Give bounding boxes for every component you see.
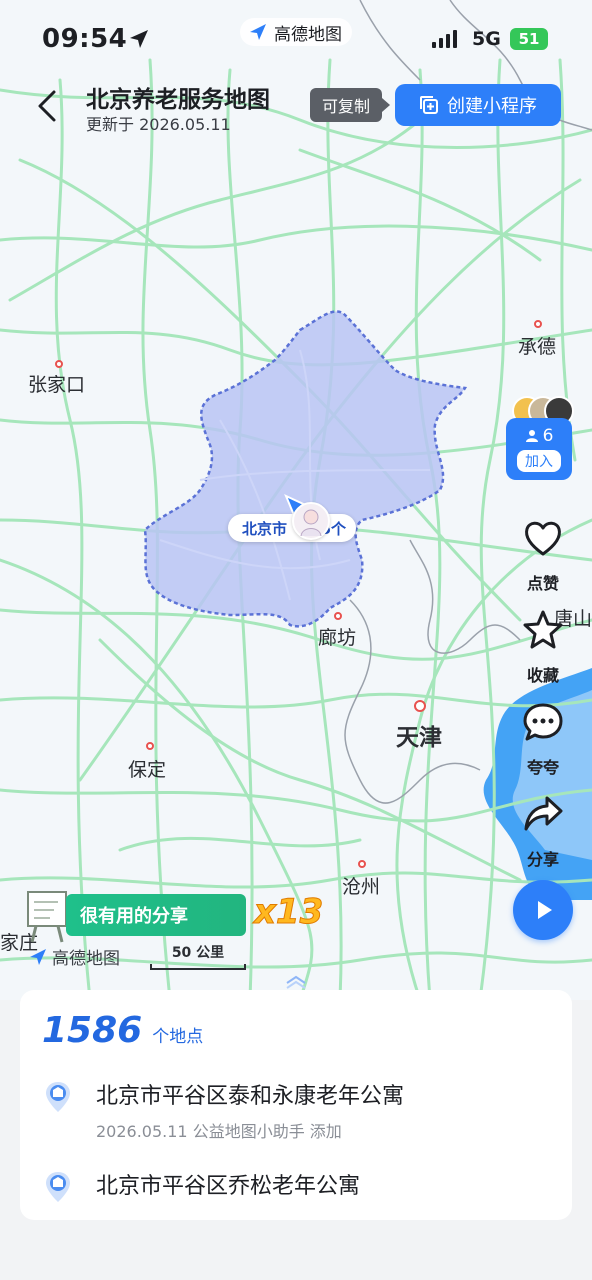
create-miniprogram-button[interactable]: 创建小程序 xyxy=(395,84,561,126)
location-arrow-icon xyxy=(130,30,148,48)
chevron-left-icon xyxy=(38,90,56,122)
city-dot xyxy=(534,320,542,328)
city-dot xyxy=(334,612,342,620)
play-tour-button[interactable] xyxy=(513,880,573,940)
city-chengde[interactable]: 承德 xyxy=(518,332,556,359)
create-button-label: 创建小程序 xyxy=(447,96,537,117)
comment-action[interactable]: 夸夸 xyxy=(512,700,574,778)
page-title: 北京养老服务地图 xyxy=(86,87,270,113)
place-name: 北京市平谷区乔松老年公寓 xyxy=(96,1174,361,1199)
members-widget[interactable]: 6 加入 xyxy=(506,396,574,484)
join-button[interactable]: 加入 xyxy=(517,450,561,472)
banner-multiplier: x13 xyxy=(253,892,324,933)
map-logo-text: 高德地图 xyxy=(52,949,120,969)
city-dot xyxy=(55,360,63,368)
city-dot xyxy=(414,700,426,712)
city-langfang[interactable]: 廊坊 xyxy=(318,623,356,650)
city-baoding[interactable]: 保定 xyxy=(128,755,166,782)
signal-icon xyxy=(432,30,457,48)
chevron-up-icon[interactable] xyxy=(283,974,309,990)
network-type: 5G xyxy=(472,28,501,50)
favorite-action[interactable]: 收藏 xyxy=(512,608,574,686)
chat-bubble-icon xyxy=(523,703,563,741)
scale-label: 50 公里 xyxy=(171,945,225,961)
amap-logo-icon xyxy=(30,948,46,965)
signboard-icon xyxy=(27,891,67,943)
city-dot xyxy=(146,742,154,750)
city-dot xyxy=(358,860,366,868)
back-button[interactable] xyxy=(30,86,66,126)
play-icon xyxy=(538,901,552,919)
status-bar: 09:54 高德地图 5G 51 xyxy=(0,0,592,80)
map-attribution: 高德地图 xyxy=(28,944,120,969)
like-action[interactable]: 点赞 xyxy=(512,516,574,594)
battery-icon: 51 xyxy=(510,28,548,50)
map-base xyxy=(0,0,592,1000)
praise-banner[interactable]: 很有用的分享 x13 xyxy=(24,888,324,944)
city-zhangjiakou[interactable]: 张家口 xyxy=(28,370,85,397)
update-date: 更新于 2026.05.11 xyxy=(86,115,231,134)
place-count-number: 1586 xyxy=(42,1010,143,1051)
place-name: 北京市平谷区泰和永康老年公寓 xyxy=(96,1084,405,1109)
city-tianjin[interactable]: 天津 xyxy=(396,718,442,752)
clock: 09:54 xyxy=(42,24,128,54)
nursing-home-pin-icon xyxy=(46,1172,70,1202)
city-cangzhou[interactable]: 沧州 xyxy=(342,872,380,899)
member-count: 6 xyxy=(542,426,554,446)
nursing-home-pin-icon xyxy=(46,1082,70,1112)
scale-bar xyxy=(150,964,246,970)
app-switch-pill[interactable]: 高德地图 xyxy=(240,18,352,46)
map-scale: 50 公里 xyxy=(150,942,246,972)
places-panel[interactable]: 1586 个地点 北京市平谷区泰和永康老年公寓 2026.05.11 公益地图小… xyxy=(20,990,572,1220)
share-label: 分享 xyxy=(526,850,559,869)
person-icon xyxy=(525,430,538,442)
copy-tooltip: 可复制 xyxy=(310,88,391,122)
heart-icon xyxy=(525,521,561,556)
app-brand: 高德地图 xyxy=(274,24,342,45)
favorite-label: 收藏 xyxy=(526,666,559,685)
amap-logo-icon xyxy=(250,24,266,40)
place-count: 1586 个地点 xyxy=(42,1010,203,1051)
banner-text: 很有用的分享 xyxy=(66,894,246,936)
comment-label: 夸夸 xyxy=(526,758,559,777)
star-icon xyxy=(523,610,563,649)
share-arrow-icon xyxy=(524,796,563,831)
creator-avatar[interactable] xyxy=(292,502,330,540)
share-action[interactable]: 分享 xyxy=(512,792,574,870)
map-canvas[interactable]: 张家口 承德 廊坊 天津 保定 沧州 唐山 家庄 北京市 5个 很有用的分享 x… xyxy=(0,0,592,1000)
place-meta: 2026.05.11 公益地图小助手 添加 xyxy=(96,1122,342,1141)
place-count-unit: 个地点 xyxy=(152,1027,204,1047)
like-label: 点赞 xyxy=(526,574,559,593)
avatar-figure-icon xyxy=(300,509,322,537)
add-copy-icon xyxy=(420,96,438,114)
beijing-label: 北京市 xyxy=(242,519,288,538)
battery-level: 51 xyxy=(518,30,540,48)
